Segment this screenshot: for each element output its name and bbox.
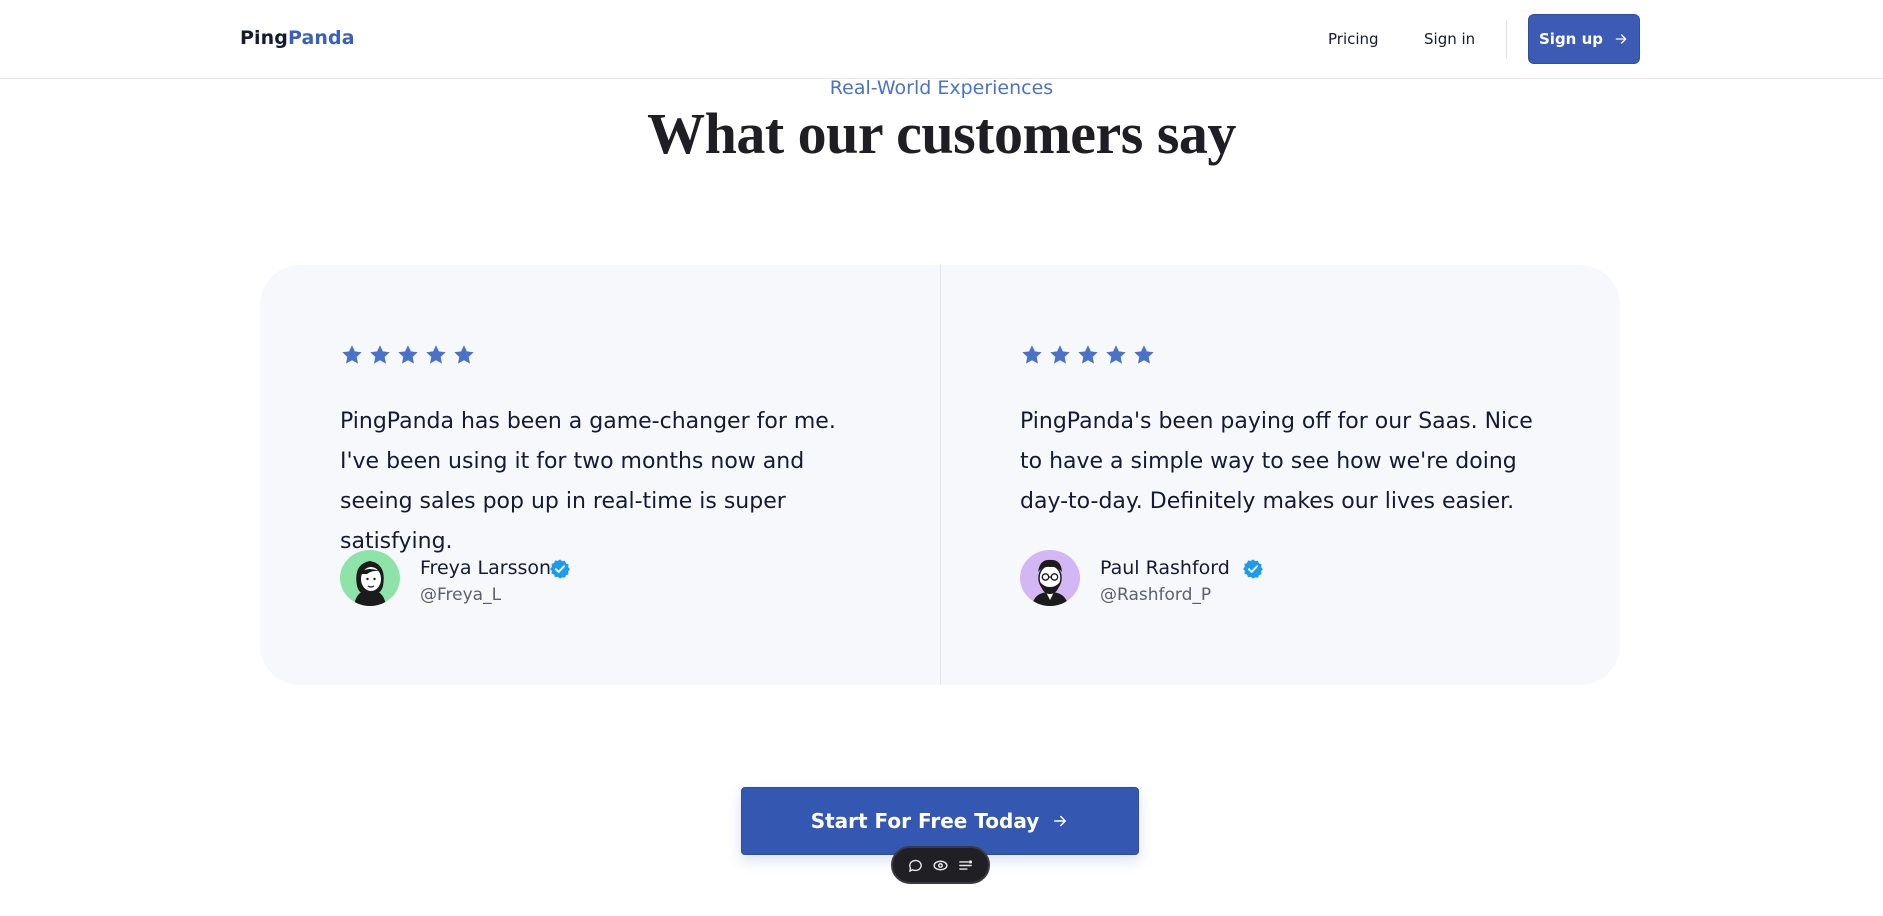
- verified-badge-icon: [1243, 559, 1263, 579]
- star-icon: [1134, 345, 1154, 364]
- section-eyebrow: Real-World Experiences: [829, 77, 1054, 99]
- star-rating: [1020, 343, 1156, 367]
- logo-text-ping: Ping: [240, 27, 288, 49]
- star-icon: [1022, 345, 1042, 364]
- star-icon: [398, 345, 418, 364]
- testimonial-card: PingPanda has been a game-changer for me…: [260, 265, 940, 685]
- logo-text-panda: Panda: [287, 27, 355, 49]
- sign-up-label: Sign up: [1539, 30, 1603, 48]
- verified-badge-icon: [550, 559, 570, 579]
- author-name: Paul Rashford: [1100, 557, 1230, 579]
- testimonial-quote: PingPanda's been paying off for our Saas…: [1020, 409, 1533, 514]
- cta-label: Start For Free Today: [810, 809, 1040, 833]
- section-title: What our customers say: [647, 101, 1236, 166]
- author-handle: @Rashford_P: [1100, 585, 1212, 605]
- avatar: [1020, 550, 1080, 606]
- testimonial-card: PingPanda's been paying off for our Saas…: [940, 265, 1620, 685]
- avatar-illustration: [1020, 550, 1080, 606]
- comment-icon[interactable]: [907, 857, 924, 874]
- testimonial-quote: PingPanda has been a game-changer for me…: [340, 409, 836, 554]
- star-icon: [426, 345, 446, 364]
- menu-icon[interactable]: [957, 857, 974, 874]
- star-icon: [1078, 345, 1098, 364]
- star-icon: [342, 345, 362, 364]
- logo[interactable]: PingPanda: [240, 27, 355, 49]
- nav-divider: [1506, 20, 1507, 58]
- star-icon: [454, 345, 474, 364]
- sign-up-button[interactable]: Sign up: [1528, 14, 1640, 64]
- author-handle: @Freya_L: [420, 585, 502, 605]
- floating-toolbar: [891, 846, 990, 884]
- nav-sign-in-link[interactable]: Sign in: [1424, 30, 1475, 48]
- star-rating: [340, 343, 476, 367]
- nav-pricing-link[interactable]: Pricing: [1328, 30, 1379, 48]
- star-icon: [1106, 345, 1126, 364]
- star-icon: [370, 345, 390, 364]
- avatar: [340, 550, 400, 606]
- arrow-right-icon: [1054, 815, 1067, 827]
- testimonials-card: PingPanda has been a game-changer for me…: [260, 265, 1620, 685]
- start-for-free-button[interactable]: Start For Free Today: [741, 787, 1139, 855]
- eye-icon[interactable]: [932, 857, 949, 874]
- avatar-illustration: [340, 550, 400, 606]
- site-header: PingPanda Pricing Sign in Sign up: [0, 0, 1883, 79]
- author-name: Freya Larsson: [420, 557, 552, 579]
- star-icon: [1050, 345, 1070, 364]
- arrow-right-icon: [1615, 34, 1627, 44]
